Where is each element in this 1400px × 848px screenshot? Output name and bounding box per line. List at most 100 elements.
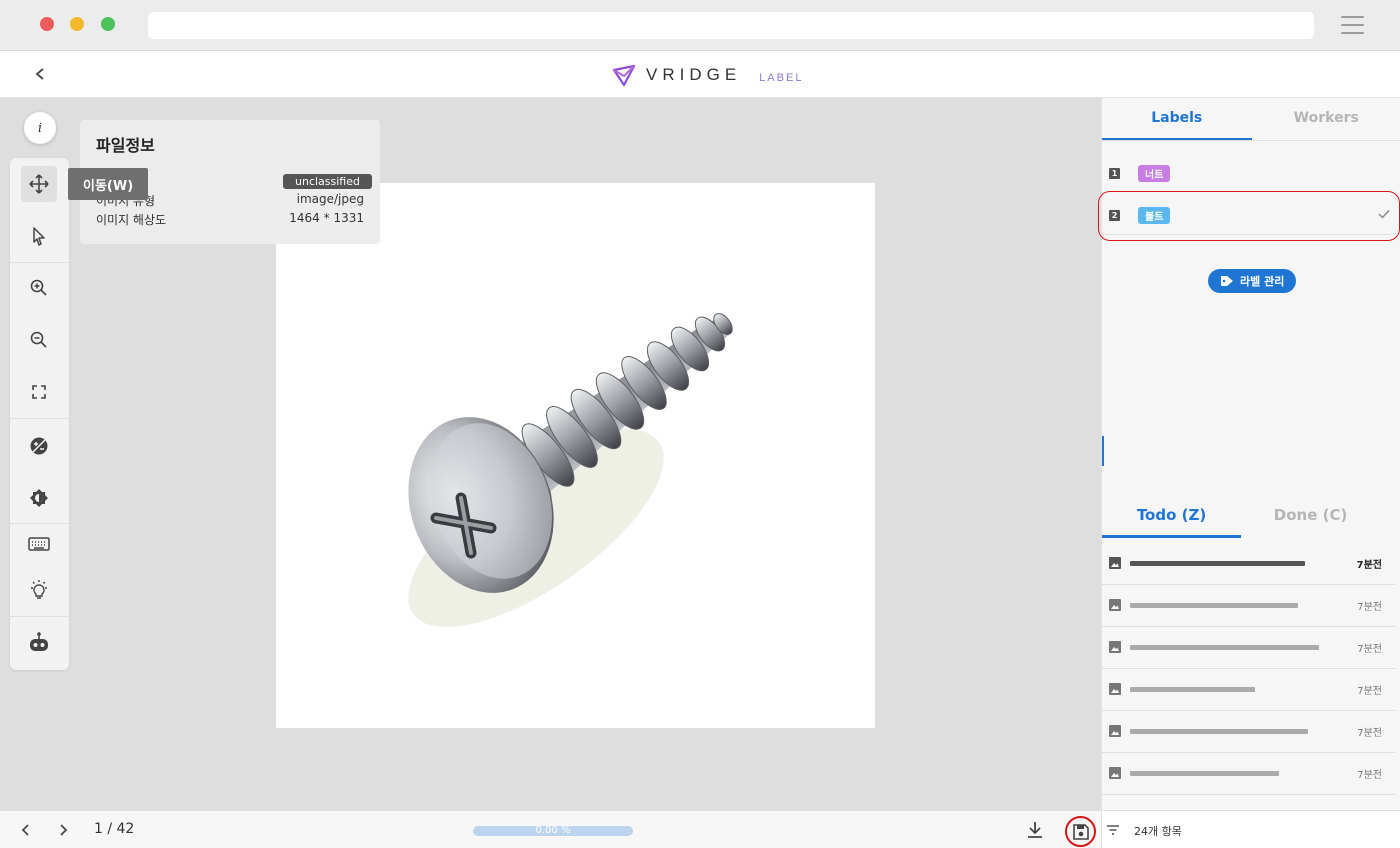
select-pointer-icon [33, 227, 45, 246]
chevron-left-icon [35, 68, 44, 80]
file-name-bar [1130, 771, 1279, 776]
manage-labels-button[interactable]: 라벨 관리 [1208, 269, 1297, 293]
image-file-icon [1109, 767, 1121, 779]
download-button[interactable] [1024, 819, 1046, 841]
tab-workers[interactable]: Workers [1252, 98, 1400, 140]
download-icon [1028, 822, 1042, 838]
tab-done[interactable]: Done (C) [1241, 493, 1380, 538]
file-time: 7분전 [1357, 728, 1382, 739]
file-name-bar [1130, 561, 1305, 566]
vridge-logo: VRIDGE LABEL [612, 63, 803, 87]
image-file-icon [1109, 557, 1121, 569]
panel-resize-handle[interactable] [1102, 436, 1104, 466]
zoom-out-button[interactable] [21, 322, 57, 358]
canvas-area[interactable]: i 파일정보 unclassified 이미지 유형 image/jpeg 이미… [0, 98, 1101, 810]
label-chip: 너트 [1138, 164, 1171, 182]
file-time: 7분전 [1356, 560, 1382, 571]
chevron-right-icon [60, 824, 68, 836]
chevron-left-icon [21, 824, 29, 836]
fit-screen-icon [32, 385, 46, 399]
address-bar[interactable] [148, 12, 1314, 39]
selected-label-highlight [1098, 191, 1400, 241]
browser-chrome [0, 0, 1400, 51]
file-time: 7분전 [1357, 686, 1382, 697]
move-icon [29, 174, 49, 194]
zoom-in-icon [30, 279, 47, 296]
image-file-icon [1109, 683, 1121, 695]
task-tabs: Todo (Z) Done (C) [1102, 493, 1400, 538]
contrast-button[interactable] [21, 428, 57, 464]
move-tool-tooltip: 이동(W) [68, 168, 149, 200]
brightness-icon [30, 489, 48, 507]
tab-todo[interactable]: Todo (Z) [1102, 493, 1242, 538]
image-resolution-value: 1464 * 1331 [289, 211, 364, 225]
app-header: VRIDGE LABEL [0, 51, 1400, 98]
file-name-bar [1130, 729, 1308, 734]
auto-label-button[interactable] [21, 624, 57, 660]
zoom-in-button[interactable] [21, 270, 57, 306]
label-item-nut[interactable]: 1 너트 [1102, 153, 1400, 193]
vridge-logo-icon [612, 64, 636, 86]
contrast-icon [30, 437, 48, 455]
brand-sub: LABEL [759, 72, 804, 84]
screw-image [408, 313, 733, 628]
tab-labels[interactable]: Labels [1102, 98, 1252, 140]
file-info-button[interactable]: i [24, 112, 56, 144]
list-item[interactable]: 7분전 [1102, 669, 1396, 711]
robot-icon [30, 632, 48, 651]
tag-icon [1221, 276, 1233, 286]
file-time: 7분전 [1357, 644, 1382, 655]
list-footer: 24개 항목 [1102, 810, 1400, 848]
file-name-bar [1130, 645, 1319, 650]
progress-bar: 0.00 % [473, 825, 633, 836]
image-resolution-label: 이미지 해상도 [96, 213, 167, 227]
list-item[interactable]: 7분전 [1102, 753, 1396, 795]
list-item[interactable]: 7분전 [1102, 627, 1396, 669]
status-badge: unclassified [283, 174, 372, 189]
label-worker-tabs: Labels Workers [1102, 98, 1400, 140]
annotation-image[interactable] [276, 183, 875, 728]
bottom-bar: 1 / 42 0.00 % [0, 810, 1101, 848]
window-maximize-button[interactable] [101, 17, 115, 31]
list-item[interactable]: 7분전 [1102, 543, 1396, 585]
select-tool-button[interactable] [21, 218, 57, 254]
tips-button[interactable] [21, 572, 57, 608]
info-icon: i [37, 120, 43, 136]
progress-label: 0.00 % [535, 825, 571, 836]
lightbulb-icon [31, 580, 47, 599]
page-indicator: 1 / 42 [94, 821, 135, 837]
window-close-button[interactable] [40, 17, 54, 31]
next-image-button[interactable] [55, 821, 73, 839]
right-panel: Labels Workers 1 너트 2 볼트 라벨 관리 Todo (Z) … [1098, 98, 1400, 848]
file-name-bar [1130, 687, 1255, 692]
image-file-icon [1109, 599, 1121, 611]
save-icon [1072, 823, 1089, 840]
back-button[interactable] [30, 63, 50, 85]
brand-name: VRIDGE [646, 65, 742, 84]
save-button[interactable] [1065, 816, 1096, 847]
file-list: 7분전 7분전 7분전 7분전 7분전 7분전 [1102, 543, 1400, 795]
move-tool-button[interactable] [21, 166, 57, 202]
image-file-icon [1109, 725, 1121, 737]
image-type-value: image/jpeg [296, 192, 364, 206]
prev-image-button[interactable] [16, 821, 34, 839]
image-resolution-row: 이미지 해상도 1464 * 1331 [96, 211, 364, 228]
manage-labels-label: 라벨 관리 [1240, 275, 1285, 288]
image-file-icon [1109, 641, 1121, 653]
file-info-title: 파일정보 [96, 136, 155, 155]
keyboard-shortcuts-button[interactable] [21, 526, 57, 562]
browser-menu-icon[interactable] [1341, 16, 1364, 35]
fit-screen-button[interactable] [21, 374, 57, 410]
list-item[interactable]: 7분전 [1102, 711, 1396, 753]
filter-icon[interactable] [1106, 824, 1120, 836]
list-item[interactable]: 7분전 [1102, 585, 1396, 627]
brightness-button[interactable] [21, 480, 57, 516]
window-minimize-button[interactable] [70, 17, 84, 31]
label-number: 1 [1109, 167, 1120, 179]
file-time: 7분전 [1357, 602, 1382, 613]
item-count: 24개 항목 [1134, 825, 1182, 838]
file-time: 7분전 [1357, 770, 1382, 781]
tool-palette [10, 158, 69, 670]
zoom-out-icon [30, 331, 47, 348]
file-name-bar [1130, 603, 1298, 608]
